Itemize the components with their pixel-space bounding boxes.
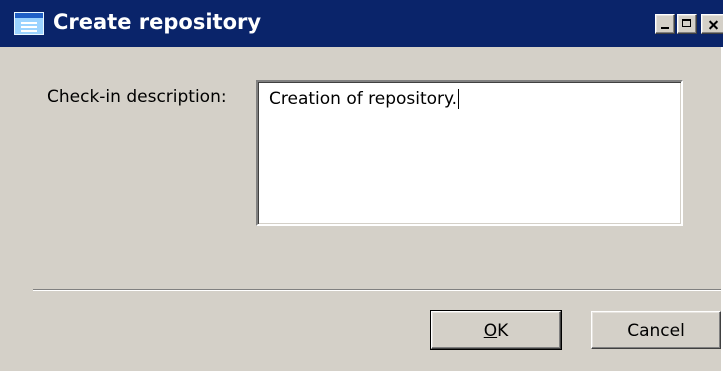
ok-access-key: O — [483, 321, 498, 341]
window-title: Create repository — [53, 10, 262, 34]
create-repository-dialog: Create repository Check-in description: … — [0, 0, 723, 373]
separator-line — [33, 289, 721, 291]
text-caret — [458, 89, 460, 109]
check-in-description-field[interactable]: Creation of repository. — [256, 80, 683, 226]
close-button[interactable] — [701, 14, 723, 34]
ok-label-rest: K — [497, 321, 509, 341]
ok-button[interactable]: OK — [430, 310, 562, 350]
dialog-window-icon — [14, 12, 44, 35]
cancel-button[interactable]: Cancel — [591, 311, 721, 349]
check-in-description-label: Check-in description: — [47, 87, 227, 107]
maximize-button[interactable] — [677, 14, 697, 34]
minimize-button[interactable] — [655, 14, 675, 34]
check-in-description-value[interactable]: Creation of repository. — [269, 89, 460, 109]
title-bar[interactable]: Create repository — [0, 0, 723, 47]
